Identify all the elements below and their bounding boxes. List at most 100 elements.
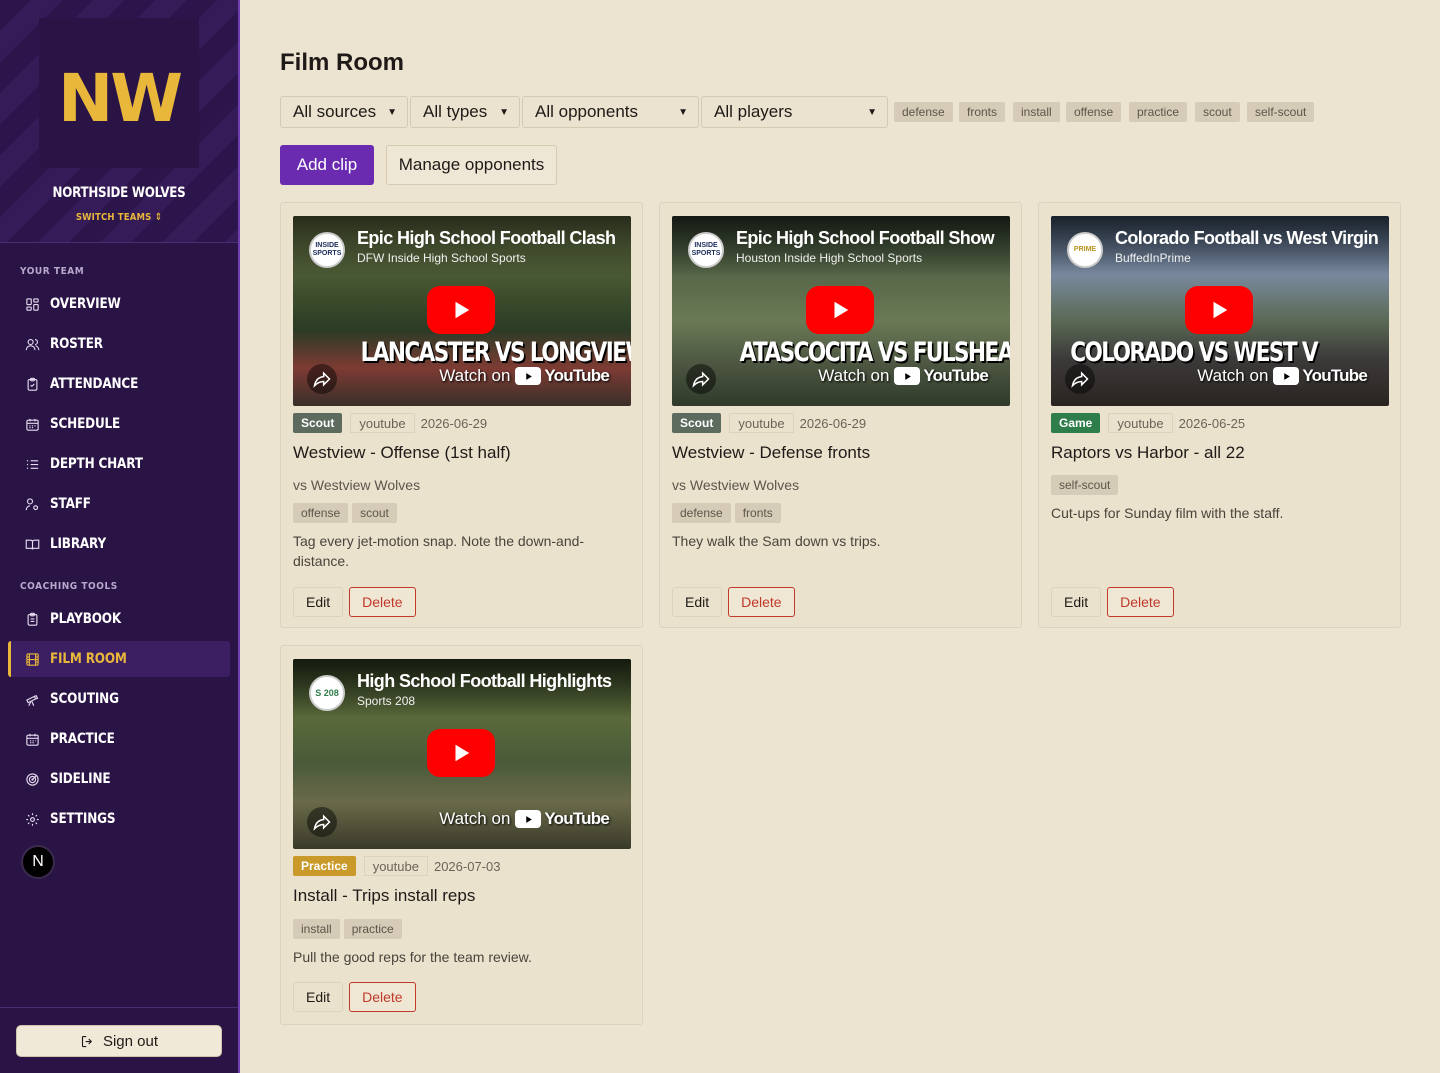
- switch-teams-button[interactable]: SWITCH TEAMS ⇕: [18, 212, 220, 223]
- video-thumbnail[interactable]: S 208 High School Football Highlights Sp…: [293, 659, 631, 849]
- clip-type-badge: Practice: [293, 856, 356, 876]
- clip-title: Raptors vs Harbor - all 22: [1051, 443, 1245, 462]
- youtube-logo-icon: [894, 367, 921, 385]
- tag-filter-install[interactable]: install: [1013, 102, 1060, 122]
- video-channel: Sports 208: [357, 694, 416, 708]
- clip-card: S 208 High School Football Highlights Sp…: [280, 645, 643, 1025]
- share-button[interactable]: [307, 807, 337, 837]
- share-button[interactable]: [1065, 364, 1095, 394]
- sidebar-item-scouting[interactable]: SCOUTING: [8, 681, 230, 717]
- sidebar-item-playbook[interactable]: PLAYBOOK: [8, 601, 230, 637]
- sidebar-item-roster[interactable]: ROSTER: [8, 326, 230, 362]
- clip-tag: fronts: [734, 503, 781, 523]
- players-select[interactable]: All players ▼: [701, 96, 888, 128]
- watch-on-youtube-link[interactable]: Watch on YouTube: [439, 366, 610, 386]
- list-icon: [24, 456, 40, 472]
- edit-button[interactable]: Edit: [672, 587, 723, 617]
- sidebar-item-staff[interactable]: STAFF: [8, 486, 230, 522]
- play-button[interactable]: [427, 729, 495, 777]
- share-button[interactable]: [307, 364, 337, 394]
- sidebar-item-label: STAFF: [50, 496, 91, 512]
- sidebar: NW NORTHSIDE WOLVES SWITCH TEAMS ⇕ YOUR T…: [0, 0, 240, 1073]
- video-thumbnail[interactable]: INSIDE SPORTS Epic High School Football …: [672, 216, 1010, 406]
- play-button[interactable]: [1185, 286, 1253, 334]
- delete-button[interactable]: Delete: [349, 587, 416, 617]
- clip-title: Westview - Offense (1st half): [293, 443, 511, 462]
- sidebar-item-film-room[interactable]: FILM ROOM: [8, 641, 230, 677]
- add-clip-button[interactable]: Add clip: [280, 145, 374, 185]
- sidebar-item-practice[interactable]: PRACTICE: [8, 721, 230, 757]
- play-button[interactable]: [427, 286, 495, 334]
- video-thumbnail[interactable]: PRIME Colorado Football vs West Virgin B…: [1051, 216, 1389, 406]
- tag-filter-fronts[interactable]: fronts: [959, 102, 1006, 122]
- chevron-down-icon: ▼: [499, 106, 509, 118]
- clip-type-badge: Game: [1051, 413, 1101, 433]
- sidebar-item-attendance[interactable]: ATTENDANCE: [8, 366, 230, 402]
- grid-icon: [24, 296, 40, 312]
- play-icon: [1213, 301, 1228, 319]
- tag-filter-defense[interactable]: defense: [894, 102, 953, 122]
- sidebar-item-label: SCHEDULE: [50, 416, 121, 432]
- tag-filter-scout[interactable]: scout: [1195, 102, 1240, 122]
- brand-panel: NW NORTHSIDE WOLVES SWITCH TEAMS ⇕: [0, 0, 238, 243]
- sidebar-item-label: OVERVIEW: [50, 296, 121, 312]
- sidebar-item-depth-chart[interactable]: DEPTH CHART: [8, 446, 230, 482]
- delete-button[interactable]: Delete: [349, 982, 416, 1012]
- play-icon: [455, 744, 470, 762]
- clip-meta: Scout youtube 2026-06-29: [293, 413, 487, 433]
- delete-button[interactable]: Delete: [728, 587, 795, 617]
- channel-logo: PRIME: [1067, 232, 1103, 268]
- video-channel: DFW Inside High School Sports: [357, 251, 526, 265]
- delete-button[interactable]: Delete: [1107, 587, 1174, 617]
- gear-icon: [24, 811, 40, 827]
- clip-opponent: vs Westview Wolves: [293, 477, 421, 493]
- play-button[interactable]: [806, 286, 874, 334]
- watch-on-youtube-link[interactable]: Watch on YouTube: [1197, 366, 1368, 386]
- tag-filter-practice[interactable]: practice: [1129, 102, 1188, 122]
- watch-on-label: Watch on: [439, 809, 511, 828]
- edit-button[interactable]: Edit: [1051, 587, 1102, 617]
- sources-select[interactable]: All sources ▼: [280, 96, 408, 128]
- video-channel: BuffedInPrime: [1115, 251, 1191, 265]
- target-icon: [24, 771, 40, 787]
- clip-date: 2026-06-29: [420, 415, 488, 431]
- types-select[interactable]: All types ▼: [410, 96, 520, 128]
- sidebar-item-sideline[interactable]: SIDELINE: [8, 761, 230, 797]
- play-icon: [834, 301, 849, 319]
- youtube-label: YouTube: [544, 809, 609, 828]
- avatar[interactable]: N: [21, 845, 55, 879]
- sidebar-item-label: ATTENDANCE: [50, 376, 139, 392]
- edit-button[interactable]: Edit: [293, 982, 344, 1012]
- logout-icon: [81, 1035, 93, 1047]
- edit-button[interactable]: Edit: [293, 587, 344, 617]
- manage-opponents-button[interactable]: Manage opponents: [386, 145, 557, 185]
- sidebar-divider: [0, 1007, 238, 1008]
- tag-filter-self-scout[interactable]: self-scout: [1247, 102, 1315, 122]
- share-icon: [1071, 371, 1089, 388]
- youtube-logo-icon: [1273, 367, 1300, 385]
- tag-filter-offense[interactable]: offense: [1066, 102, 1122, 122]
- sidebar-item-label: PLAYBOOK: [50, 611, 121, 627]
- watch-on-youtube-link[interactable]: Watch on YouTube: [818, 366, 989, 386]
- nav-section-tools: COACHING TOOLS: [20, 581, 118, 592]
- sidebar-item-library[interactable]: LIBRARY: [8, 526, 230, 562]
- calendar-grid-icon: [24, 731, 40, 747]
- sidebar-item-overview[interactable]: OVERVIEW: [8, 286, 230, 322]
- watch-on-youtube-link[interactable]: Watch on YouTube: [439, 809, 610, 829]
- sidebar-item-settings[interactable]: SETTINGS: [8, 801, 230, 837]
- opponents-select[interactable]: All opponents ▼: [522, 96, 699, 128]
- clip-actions: Edit Delete: [672, 587, 795, 617]
- clip-source: youtube: [363, 856, 428, 876]
- sign-out-button[interactable]: Sign out: [16, 1025, 222, 1057]
- share-button[interactable]: [686, 364, 716, 394]
- video-title: Epic High School Football Show: [736, 228, 995, 248]
- sidebar-item-label: PRACTICE: [50, 731, 115, 747]
- clip-card: INSIDE SPORTS Epic High School Football …: [659, 202, 1022, 628]
- clip-tag: scout: [352, 503, 397, 523]
- video-thumbnail[interactable]: INSIDE SPORTS Epic High School Football …: [293, 216, 631, 406]
- watch-on-label: Watch on: [439, 366, 511, 385]
- sidebar-item-schedule[interactable]: SCHEDULE: [8, 406, 230, 442]
- clipboard-icon: [24, 611, 40, 627]
- clip-meta: Practice youtube 2026-07-03: [293, 856, 500, 876]
- thumbnail-overlay-text: ATASCOCITA VS FULSHEAR: [739, 337, 1010, 368]
